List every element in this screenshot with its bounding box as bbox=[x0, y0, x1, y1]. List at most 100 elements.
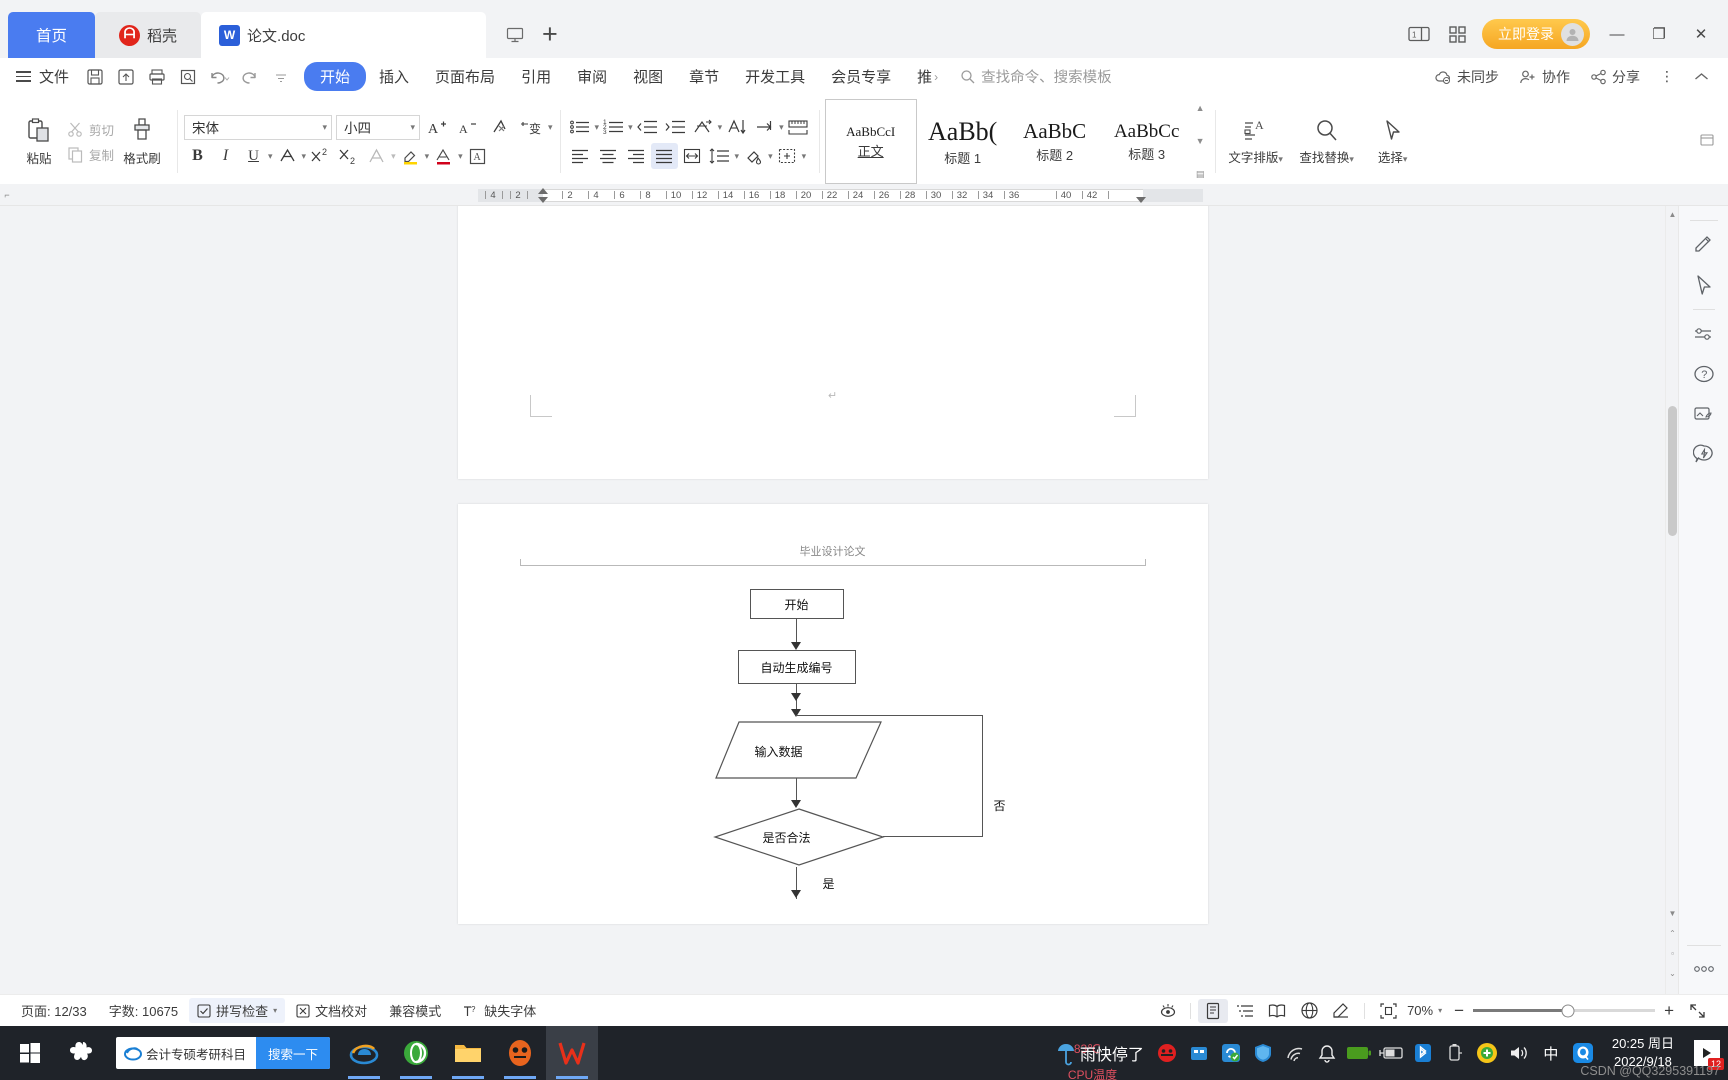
minimize-button[interactable]: — bbox=[1602, 20, 1632, 48]
login-button[interactable]: 立即登录 bbox=[1482, 19, 1590, 49]
decrease-indent-button[interactable] bbox=[634, 114, 661, 140]
text-effects-button[interactable] bbox=[363, 143, 390, 169]
360-browser-icon[interactable] bbox=[390, 1026, 442, 1080]
weather-widget[interactable]: 83℃ CPU温度 雨快停了 bbox=[1050, 1038, 1150, 1080]
cortana-icon[interactable] bbox=[56, 1026, 108, 1080]
tab-docer[interactable]: ᗩ 稻壳 bbox=[95, 12, 202, 58]
chevron-down-icon[interactable]: ▾ bbox=[595, 122, 600, 133]
chevron-right-icon[interactable]: › bbox=[934, 70, 946, 84]
grid-apps-icon[interactable] bbox=[1444, 23, 1470, 45]
file-explorer-icon[interactable] bbox=[442, 1026, 494, 1080]
previous-page-icon[interactable]: ⌃ bbox=[1666, 925, 1679, 942]
flow-node-autonum[interactable]: 自动生成编号 bbox=[737, 650, 856, 684]
show-marks-button[interactable] bbox=[751, 114, 778, 140]
copy-button[interactable]: 复制 bbox=[67, 145, 114, 164]
tab-start[interactable]: 开始 bbox=[304, 62, 367, 91]
style-normal[interactable]: AaBbCcI 正文 bbox=[824, 99, 917, 184]
close-button[interactable]: ✕ bbox=[1686, 20, 1716, 48]
ribbon-options-icon[interactable] bbox=[1700, 134, 1714, 149]
redo-icon[interactable] bbox=[234, 63, 265, 91]
hamburger-menu-icon[interactable] bbox=[16, 71, 31, 82]
distributed-align-button[interactable] bbox=[679, 143, 706, 169]
new-tab-button[interactable]: + bbox=[542, 21, 558, 48]
no-disturb-icon[interactable] bbox=[1152, 1026, 1182, 1080]
lightning-badge-icon[interactable] bbox=[1687, 434, 1721, 474]
taskbar-search-button[interactable]: 搜索一下 bbox=[256, 1037, 331, 1069]
clear-formatting-button[interactable] bbox=[486, 114, 513, 140]
font-color-button[interactable] bbox=[430, 143, 457, 169]
increase-font-size-button[interactable]: A bbox=[424, 114, 451, 140]
tab-insert[interactable]: 插入 bbox=[366, 62, 422, 91]
increase-indent-button[interactable] bbox=[662, 114, 689, 140]
styles-expand-icon[interactable]: ▤ bbox=[1196, 169, 1205, 180]
volume-icon[interactable] bbox=[1504, 1026, 1534, 1080]
select-button[interactable]: 选择▾ bbox=[1364, 118, 1422, 166]
chevron-down-icon[interactable]: ▾ bbox=[768, 151, 773, 162]
character-border-button[interactable]: A bbox=[464, 143, 491, 169]
usb-drive-icon[interactable] bbox=[1440, 1026, 1470, 1080]
sync-status-button[interactable]: 未同步 bbox=[1425, 67, 1508, 87]
align-right-button[interactable] bbox=[623, 143, 650, 169]
start-icon[interactable] bbox=[4, 1026, 56, 1080]
document-canvas[interactable]: ↵ 毕业设计论文 开始 自动生成编号 输入数据 是否合法 否 是 bbox=[0, 206, 1665, 994]
chevron-down-icon[interactable]: ▾ bbox=[391, 151, 396, 162]
wifi-icon[interactable] bbox=[1280, 1026, 1310, 1080]
compat-mode-label[interactable]: 兼容模式 bbox=[378, 1001, 452, 1020]
help-circle-icon[interactable]: ? bbox=[1687, 354, 1721, 394]
tab-document[interactable]: W 论文.doc bbox=[201, 12, 487, 58]
ime-indicator[interactable]: 中 bbox=[1536, 1026, 1566, 1080]
spellcheck-toggle[interactable]: 拼写检查 ▾ bbox=[189, 998, 286, 1023]
chevron-down-icon[interactable]: ▾ bbox=[779, 122, 784, 133]
italic-button[interactable]: I bbox=[212, 143, 239, 169]
zoom-level[interactable]: 70% ▾ bbox=[1405, 1003, 1446, 1018]
maximize-button[interactable]: ❐ bbox=[1644, 20, 1674, 48]
missing-font-button[interactable]: ? 缺失字体 bbox=[452, 1001, 547, 1020]
style-heading-2[interactable]: AaBbC 标题 2 bbox=[1009, 99, 1101, 184]
present-screen-icon[interactable] bbox=[502, 24, 528, 46]
collaborate-button[interactable]: 协作 bbox=[1510, 67, 1579, 87]
ruler-corner-tabstop[interactable]: ⌐ bbox=[0, 184, 14, 205]
justify-button[interactable] bbox=[650, 143, 678, 169]
antivirus-icon[interactable] bbox=[1472, 1026, 1502, 1080]
styles-scroll-up-icon[interactable]: ▲ bbox=[1196, 103, 1205, 113]
scroll-up-icon[interactable]: ▲ bbox=[1666, 206, 1679, 223]
chevron-down-icon[interactable]: ▾ bbox=[425, 151, 430, 162]
edit-mark-icon[interactable] bbox=[1326, 999, 1356, 1023]
flow-node-start[interactable]: 开始 bbox=[749, 589, 844, 619]
page-current[interactable]: 毕业设计论文 开始 自动生成编号 输入数据 是否合法 否 是 bbox=[457, 504, 1208, 924]
collapse-ribbon-icon[interactable] bbox=[1685, 72, 1718, 82]
tab-view[interactable]: 视图 bbox=[620, 62, 676, 91]
shading-button[interactable] bbox=[740, 143, 767, 169]
vertical-scrollbar[interactable]: ▲ ▼ ⌃ ▫ ⌄ bbox=[1665, 206, 1678, 994]
tab-recommend[interactable]: 推 bbox=[904, 62, 934, 91]
scroll-thumb[interactable] bbox=[1668, 406, 1677, 536]
pen-highlight-icon[interactable] bbox=[1687, 225, 1721, 265]
fox-app-icon[interactable] bbox=[494, 1026, 546, 1080]
superscript-button[interactable]: 2 bbox=[307, 143, 334, 169]
text-layout-button[interactable]: A 文字排版▾ bbox=[1222, 118, 1290, 166]
style-heading-1[interactable]: AaBb( 标题 1 bbox=[917, 99, 1009, 184]
tab-dev-tools[interactable]: 开发工具 bbox=[732, 62, 818, 91]
borders-button[interactable] bbox=[774, 143, 801, 169]
styles-scroll-down-icon[interactable]: ▼ bbox=[1196, 136, 1205, 146]
power-plug-icon[interactable] bbox=[1376, 1026, 1406, 1080]
hanging-indent-marker[interactable] bbox=[538, 196, 548, 203]
horizontal-ruler[interactable]: ⌐ 4 2 2 4 6 8 10 12 14 16 18 20 22 24 26… bbox=[0, 184, 1728, 206]
chevron-down-icon[interactable]: ▾ bbox=[268, 151, 273, 162]
word-count[interactable]: 字数: 10675 bbox=[98, 1001, 189, 1020]
sliders-icon[interactable] bbox=[1687, 314, 1721, 354]
chevron-down-icon[interactable]: ▾ bbox=[628, 122, 633, 133]
subscript-button[interactable]: 2 bbox=[335, 143, 362, 169]
ruler-grid-button[interactable] bbox=[785, 114, 812, 140]
distribute-button[interactable] bbox=[690, 114, 717, 140]
ruler-track[interactable]: 4 2 2 4 6 8 10 12 14 16 18 20 22 24 26 2… bbox=[14, 186, 1728, 204]
outline-icon[interactable] bbox=[1230, 999, 1260, 1023]
zoom-knob[interactable] bbox=[1561, 1004, 1575, 1017]
bluetooth-icon[interactable] bbox=[1408, 1026, 1438, 1080]
file-menu[interactable]: 文件 bbox=[37, 66, 79, 87]
print-icon[interactable] bbox=[141, 63, 172, 91]
right-indent-marker[interactable] bbox=[1136, 196, 1146, 203]
chevron-down-icon[interactable]: ▾ bbox=[458, 151, 463, 162]
more-menu-icon[interactable]: ⋮ bbox=[1651, 68, 1683, 85]
chevron-down-icon[interactable]: ▾ bbox=[302, 151, 307, 162]
